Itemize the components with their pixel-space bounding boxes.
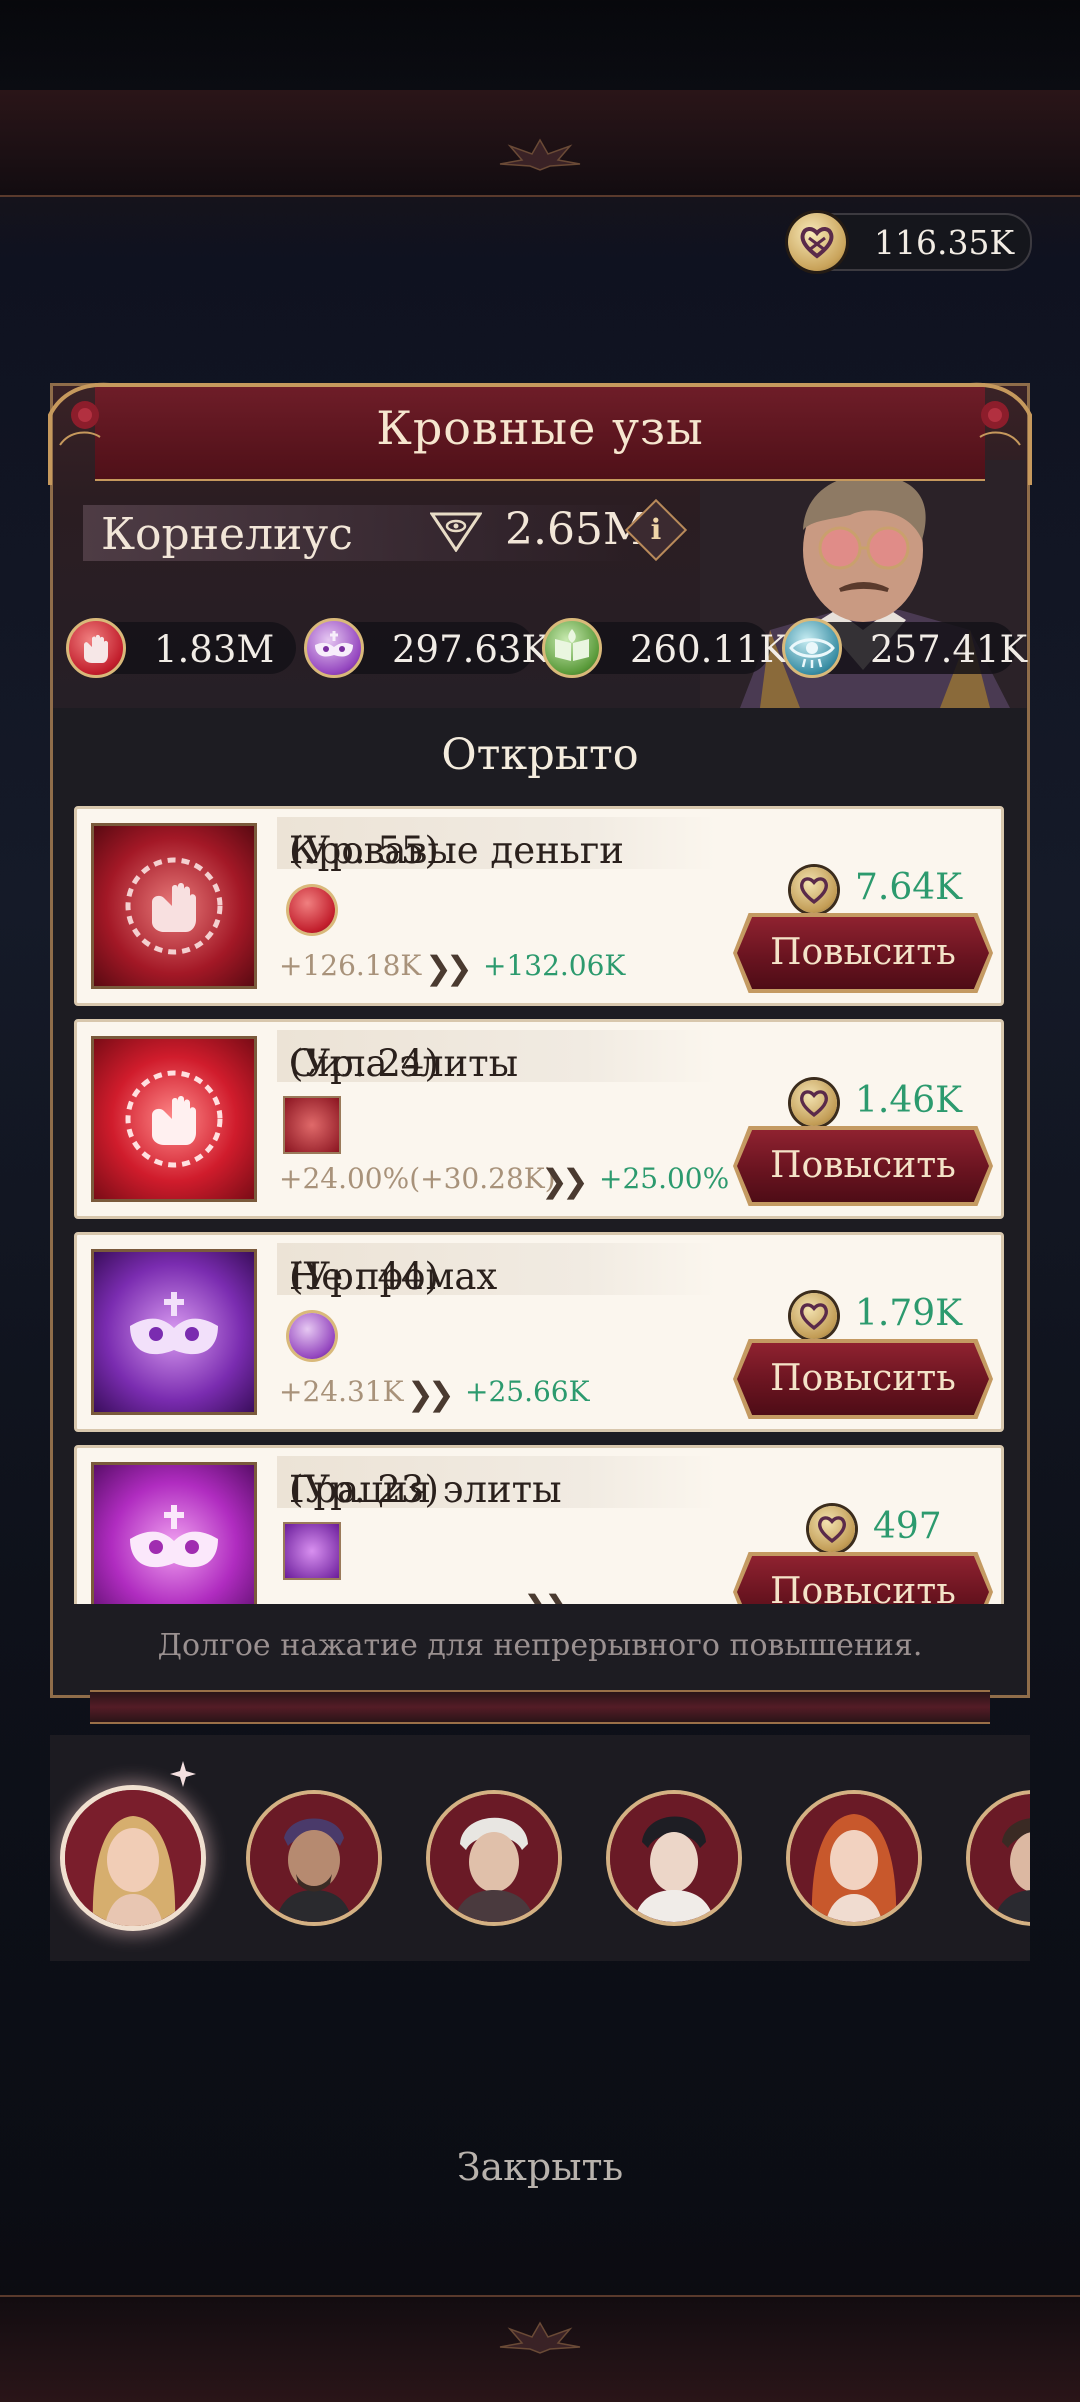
skill-name-bar: Сила элиты (Ур. 24) xyxy=(277,1030,717,1085)
mask-skill-thumbnail xyxy=(283,1522,341,1580)
eye-icon xyxy=(782,618,842,678)
info-icon: i xyxy=(650,513,662,546)
bat-ornament-icon xyxy=(499,138,581,171)
next-value: +25.00% xyxy=(599,1162,730,1195)
upgrade-button[interactable]: Повысить xyxy=(737,1343,989,1415)
character-avatar[interactable] xyxy=(606,1790,742,1926)
upgrade-cost: 497 xyxy=(873,1506,942,1547)
stat-agility: 297.63K xyxy=(304,618,549,678)
stat-perception: 257.41K xyxy=(782,618,1027,678)
upgrade-cost: 1.46K xyxy=(855,1080,963,1121)
heart-emblem-icon xyxy=(788,213,846,271)
currency-value: 116.35K xyxy=(874,223,1015,262)
bottom-ornament-band xyxy=(0,2295,1080,2402)
upgrade-button[interactable]: Повысить xyxy=(737,917,989,989)
top-ornament-band xyxy=(0,90,1080,197)
panel-bottom-ornament xyxy=(90,1690,990,1724)
mask-icon xyxy=(304,618,364,678)
mask-skill-icon xyxy=(91,1462,257,1604)
panel-title-ribbon: Кровные узы xyxy=(95,383,985,481)
rose-corner-ornament-icon xyxy=(48,382,150,485)
upgrade-cost: 7.64K xyxy=(855,867,963,908)
character-avatar[interactable] xyxy=(786,1790,922,1926)
character-roster[interactable] xyxy=(50,1735,1030,1961)
fist-icon xyxy=(289,887,335,933)
mask-icon xyxy=(289,1313,335,1359)
upgrade-button[interactable]: Повысить xyxy=(737,1130,989,1202)
panel-title: Кровные узы xyxy=(376,401,704,455)
currency-counter[interactable]: 116.35K xyxy=(788,213,1032,271)
character-avatar[interactable] xyxy=(60,1785,206,1931)
stat-intellect: 260.11K xyxy=(542,618,787,678)
upgrade-cost: 1.79K xyxy=(855,1293,963,1334)
mask-skill-icon xyxy=(91,1249,257,1415)
character-name: Корнелиус xyxy=(101,509,353,560)
skill-name-bar: Грация элиты (Ур. 23) xyxy=(277,1456,717,1511)
heart-emblem-icon xyxy=(791,1080,837,1126)
power-triangle-icon xyxy=(430,512,482,552)
fist-thorns-skill-icon xyxy=(91,823,257,989)
character-avatar[interactable] xyxy=(426,1790,562,1926)
next-value: +25.66K xyxy=(465,1375,590,1408)
current-value: +24.00%(+30.28K) xyxy=(279,1162,556,1195)
skill-card: Не промах (Ур. 44) +24.31K ❯❯ +25.66K 1.7… xyxy=(74,1232,1004,1432)
heart-emblem-icon xyxy=(791,1293,837,1339)
character-avatar[interactable] xyxy=(966,1790,1030,1926)
section-title: Открыто xyxy=(441,730,639,780)
skill-card: Грация элиты(Ур. 23) ❯❯ 497 Повысить xyxy=(74,1445,1004,1604)
arrow-right-icon: ❯❯ xyxy=(407,1375,455,1413)
arrow-right-icon: ❯❯ xyxy=(541,1162,589,1200)
fist-skill-thumbnail xyxy=(283,1096,341,1154)
selected-star-icon xyxy=(170,1761,196,1787)
upgrade-button[interactable]: Повысить xyxy=(737,1556,989,1604)
stat-value: 1.83M xyxy=(154,628,275,671)
book-icon xyxy=(542,618,602,678)
current-value: +126.18K xyxy=(279,949,422,982)
skill-name-bar: Кровавые деньги (Ур. 55) xyxy=(277,817,717,872)
arrow-right-icon: ❯❯ xyxy=(425,949,473,987)
arrow-right-icon: ❯❯ xyxy=(523,1588,571,1604)
heart-emblem-icon xyxy=(791,867,837,913)
character-avatar[interactable] xyxy=(246,1790,382,1926)
skill-list[interactable]: Кровавые деньги (Ур. 55) +126.18K ❯❯ +132… xyxy=(74,806,1004,1604)
skill-name-bar: Не промах (Ур. 44) xyxy=(277,1243,717,1298)
stat-strength: 1.83M xyxy=(66,618,296,678)
fist-icon xyxy=(66,618,126,678)
current-value: +24.31K xyxy=(279,1375,404,1408)
stat-value: 260.11K xyxy=(630,628,788,671)
close-button[interactable]: Закрыть xyxy=(0,2145,1080,2189)
stat-value: 257.41K xyxy=(870,628,1028,671)
fist-thorns-skill-icon xyxy=(91,1036,257,1202)
heart-emblem-icon xyxy=(809,1506,855,1552)
skill-card: Кровавые деньги (Ур. 55) +126.18K ❯❯ +132… xyxy=(74,806,1004,1006)
rose-corner-ornament-icon xyxy=(930,382,1032,485)
stat-value: 297.63K xyxy=(392,628,550,671)
bat-ornament-icon xyxy=(499,2321,581,2354)
next-value: +132.06K xyxy=(483,949,626,982)
skill-card: Сила элиты (Ур. 24) +24.00%(+30.28K) ❯❯ +… xyxy=(74,1019,1004,1219)
long-press-hint: Долгое нажатие для непрерывного повышени… xyxy=(157,1628,923,1663)
